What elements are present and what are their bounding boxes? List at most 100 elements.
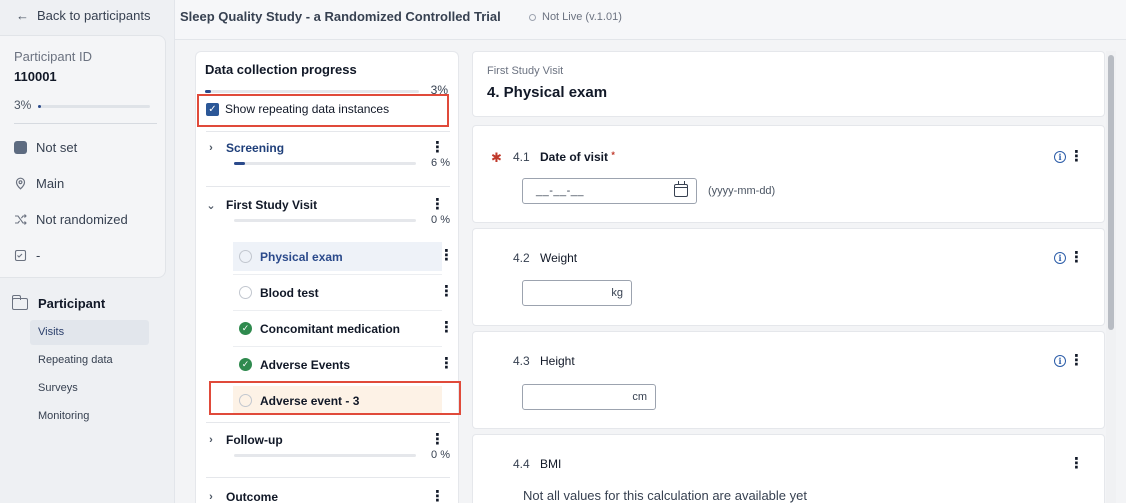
date-of-visit-input[interactable]: __-__-__ [522,178,697,204]
randomization-row: Not randomized [14,212,128,227]
scrollbar-thumb[interactable] [1108,55,1114,330]
nav-item-repeating-data[interactable]: Repeating data [30,348,149,373]
visit-name: First Study Visit [487,65,564,77]
section-progress-bar [234,162,416,165]
section-progress-pct: 0 % [431,214,450,226]
separator [206,131,450,132]
question-weight: 4.2 Weight i ⋮ kg [472,228,1105,326]
back-label: Back to participants [37,8,151,23]
separator [206,422,450,423]
header: Sleep Quality Study - a Randomized Contr… [175,0,1126,40]
calendar-icon[interactable] [674,181,688,197]
question-number: 4.1 [513,150,530,164]
sidebar: ← Back to participants Participant ID 11… [0,0,175,503]
progress-title: Data collection progress [205,62,357,77]
form-name: Physical exam [260,249,343,264]
question-date-of-visit: ✱ 4.1 Date of visit * i ⋮ __-__-__ (yyyy… [472,125,1105,223]
live-status-dot-icon [529,14,536,21]
participant-card: Participant ID 110001 3% Not set Main No… [0,35,166,278]
form-header-card: First Study Visit 4. Physical exam [472,51,1105,117]
more-options-icon[interactable]: ⋮ [439,248,454,263]
check-circle-icon: ✓ [239,358,252,371]
section-first-study-visit[interactable]: ⌄ First Study Visit ⋮ 0 % [206,197,450,228]
date-placeholder: __-__-__ [536,185,585,197]
site-text: Main [36,176,65,191]
overall-progress-bar [205,90,419,93]
more-options-icon[interactable]: ⋮ [439,320,454,335]
scrollbar[interactable] [1106,51,1116,503]
info-icon[interactable]: i [1054,355,1066,367]
section-outcome[interactable]: › Outcome ⋮ [206,489,450,503]
more-options-icon[interactable]: ⋮ [1069,250,1084,265]
section-name: Outcome [226,490,279,503]
nav-item-surveys[interactable]: Surveys [30,376,149,401]
question-bmi: 4.4 BMI ⋮ Not all values for this calcul… [472,434,1105,503]
required-asterisk-icon: ✱ [491,150,502,165]
study-title: Sleep Quality Study - a Randomized Contr… [180,9,501,24]
more-options-icon[interactable]: ⋮ [430,197,445,212]
question-number: 4.4 [513,457,530,471]
more-options-icon[interactable]: ⋮ [430,432,445,447]
height-unit: cm [632,391,647,403]
weight-input[interactable]: kg [522,280,632,306]
question-number: 4.2 [513,251,530,265]
chevron-down-icon: ⌄ [206,199,216,212]
nav-title-label: Participant [38,296,106,311]
more-options-icon[interactable]: ⋮ [1069,456,1084,471]
folder-icon [11,294,28,310]
section-progress-pct: 6 % [431,157,450,169]
location-pin-icon [14,177,27,190]
data-collection-progress-panel: Data collection progress 3% ✓ Show repea… [195,51,461,503]
section-progress-bar [234,219,416,222]
more-options-icon[interactable]: ⋮ [1069,353,1084,368]
randomization-text: Not randomized [36,212,128,227]
section-name: First Study Visit [226,198,318,212]
info-icon[interactable]: i [1054,151,1066,163]
participant-progress-bar [38,105,150,108]
form-item-blood-test[interactable]: Blood test ⋮ [233,278,454,307]
section-screening[interactable]: › Screening ⋮ 6 % [206,140,450,171]
height-input[interactable]: cm [522,384,656,410]
more-options-icon[interactable]: ⋮ [430,489,445,503]
section-progress-bar [234,454,416,457]
date-format-hint: (yyyy-mm-dd) [708,185,776,197]
participant-progress-fill [38,105,42,108]
form-name: Adverse Events [260,357,351,372]
separator [233,346,442,347]
check-circle-icon: ✓ [239,322,252,335]
form-name: Concomitant medication [260,321,401,336]
bmi-calculation-message: Not all values for this calculation are … [523,488,807,503]
form-item-adverse-events[interactable]: ✓ Adverse Events ⋮ [233,350,454,379]
section-header: ⌄ First Study Visit [206,198,317,212]
section-header: › Outcome [206,490,278,503]
form-item-concomitant-medication[interactable]: ✓ Concomitant medication ⋮ [233,314,454,343]
chevron-right-icon: › [209,491,213,503]
more-options-icon[interactable]: ⋮ [439,284,454,299]
nav-item-visits[interactable]: Visits [30,320,149,345]
section-header: › Follow-up [206,433,283,447]
survey-text: - [36,248,41,263]
section-follow-up[interactable]: › Follow-up ⋮ 0 % [206,432,450,463]
more-options-icon[interactable]: ⋮ [439,356,454,371]
form-item-physical-exam[interactable]: Physical exam ⋮ [233,242,454,271]
nav-item-monitoring[interactable]: Monitoring [30,404,149,429]
status-square-icon [14,141,27,154]
question-label: BMI [540,457,562,471]
question-number: 4.3 [513,354,530,368]
section-progress-fill [234,162,245,165]
form-title: 4. Physical exam [487,84,608,101]
shuffle-icon [14,213,27,226]
info-icon[interactable]: i [1054,252,1066,264]
status-row[interactable]: Not set [14,140,77,155]
question-label: Height [540,354,575,368]
more-options-icon[interactable]: ⋮ [1069,149,1084,164]
back-to-participants-link[interactable]: ← Back to participants [16,8,150,23]
participant-id-label: Participant ID [14,49,93,64]
form-name: Blood test [260,285,319,300]
more-options-icon[interactable]: ⋮ [430,140,445,155]
participant-id-value: 110001 [14,69,57,84]
participant-progress-pct: 3% [14,98,32,112]
highlight-box [209,381,461,415]
overall-progress-fill [205,90,212,93]
question-label: Weight [540,251,578,265]
